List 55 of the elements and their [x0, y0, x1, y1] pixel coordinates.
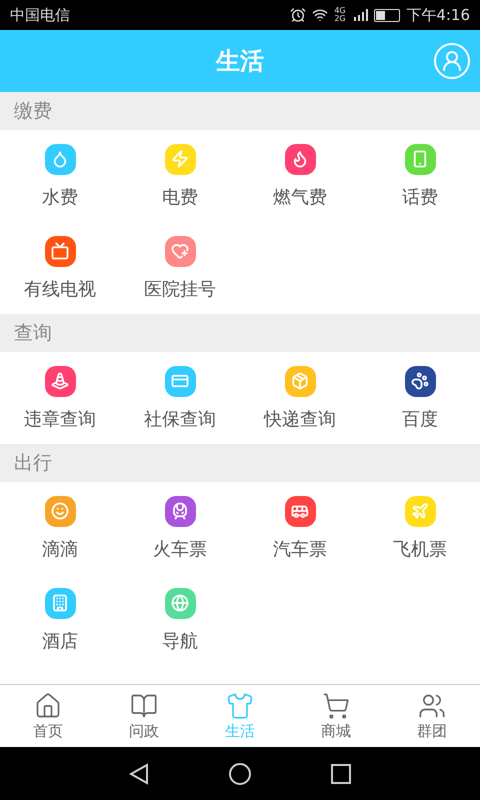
service-item[interactable]: 燃气费	[240, 130, 360, 222]
service-label: 电费	[162, 186, 198, 208]
back-icon[interactable]	[129, 762, 149, 784]
service-item[interactable]: 水费	[0, 130, 120, 222]
home-icon[interactable]	[229, 762, 251, 784]
service-item[interactable]: 社保查询	[120, 352, 240, 444]
service-label: 燃气费	[273, 186, 327, 208]
service-label: 火车票	[153, 538, 207, 560]
carrier-name: 中国电信	[10, 6, 70, 24]
recents-icon[interactable]	[331, 764, 351, 784]
book-icon	[130, 692, 158, 720]
service-item[interactable]: 滴滴	[0, 482, 120, 574]
service-item[interactable]: 导航	[120, 574, 240, 666]
nav-tab[interactable]: 问政	[96, 685, 192, 747]
service-item[interactable]: 电费	[120, 130, 240, 222]
shirt-icon	[226, 692, 254, 720]
wifi-icon	[312, 7, 328, 23]
service-label: 百度	[402, 408, 438, 430]
people-icon	[418, 692, 446, 720]
service-item[interactable]: 百度	[360, 352, 480, 444]
service-item[interactable]: 汽车票	[240, 482, 360, 574]
battery-icon	[374, 8, 400, 22]
service-label: 水费	[42, 186, 78, 208]
network-type: 4G 2G	[334, 7, 347, 23]
service-label: 违章查询	[24, 408, 96, 430]
service-item[interactable]: 违章查询	[0, 352, 120, 444]
service-label: 飞机票	[393, 538, 447, 560]
service-item[interactable]: 快递查询	[240, 352, 360, 444]
service-label: 快递查询	[264, 408, 336, 430]
section-title: 查询	[14, 321, 52, 346]
service-item[interactable]: 飞机票	[360, 482, 480, 574]
nav-tab[interactable]: 群团	[384, 685, 480, 747]
service-label: 社保查询	[144, 408, 216, 430]
service-label: 有线电视	[24, 278, 96, 300]
service-label: 医院挂号	[144, 278, 216, 300]
cart-icon	[322, 692, 350, 720]
service-item[interactable]: 有线电视	[0, 222, 120, 314]
service-label: 导航	[162, 630, 198, 652]
nav-tab[interactable]: 首页	[0, 685, 96, 747]
section-title: 出行	[14, 451, 52, 476]
alarm-icon	[290, 7, 306, 23]
clock-time: 下午4:16	[406, 6, 470, 24]
service-label: 滴滴	[42, 538, 78, 560]
service-label: 汽车票	[273, 538, 327, 560]
home-icon	[34, 692, 62, 720]
service-label: 话费	[402, 186, 438, 208]
signal-icon	[354, 9, 368, 21]
service-item[interactable]: 话费	[360, 130, 480, 222]
service-label: 酒店	[42, 630, 78, 652]
service-item[interactable]: 酒店	[0, 574, 120, 666]
nav-tab[interactable]: 商城	[288, 685, 384, 747]
page-title: 生活	[216, 46, 264, 77]
service-item[interactable]: 火车票	[120, 482, 240, 574]
service-item[interactable]: 医院挂号	[120, 222, 240, 314]
section-title: 缴费	[14, 99, 52, 124]
